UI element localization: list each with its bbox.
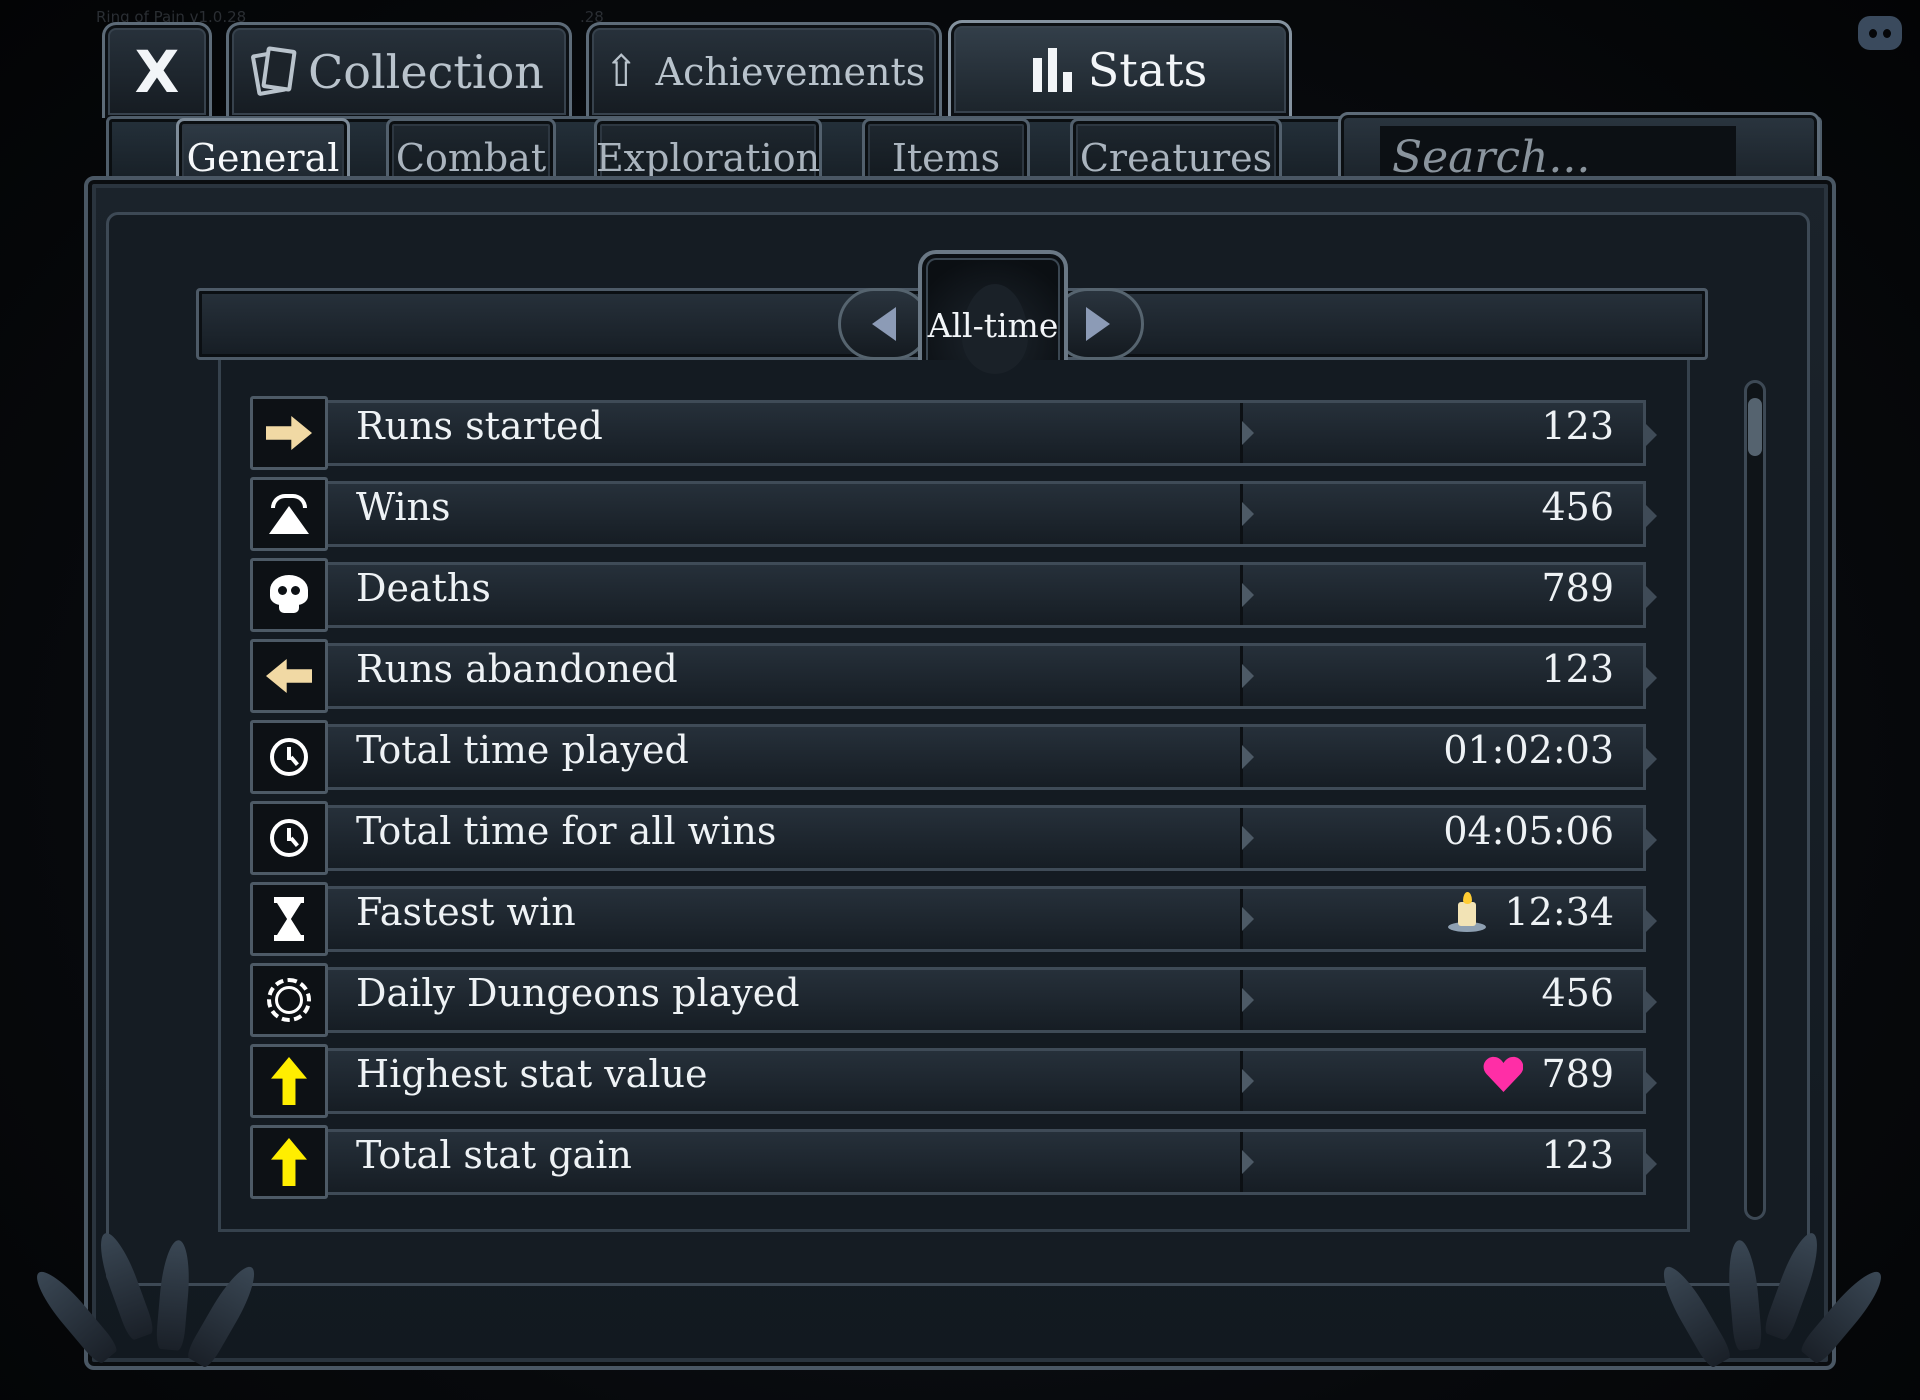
arrow-left-icon — [266, 659, 312, 693]
claw-decoration-right — [1654, 1220, 1891, 1370]
period-label: All-time — [927, 305, 1059, 345]
close-button[interactable]: X — [102, 22, 212, 118]
chevron-right-icon — [1086, 307, 1110, 341]
stat-label: Total stat gain — [356, 1133, 632, 1177]
stat-row-runs-abandoned: Runs abandoned 123 — [250, 639, 1658, 713]
stat-row-total-time-played: Total time played 01:02:03 — [250, 720, 1658, 794]
stat-row-daily-dungeons: Daily Dungeons played 456 — [250, 963, 1658, 1037]
stat-label: Total time played — [356, 728, 689, 772]
subtab-creatures-label: Creatures — [1079, 136, 1273, 180]
period-prev-button[interactable] — [838, 288, 930, 360]
bar-chart-icon — [1032, 47, 1072, 92]
tab-collection[interactable]: Collection — [226, 22, 572, 118]
achievement-icon: ⇧ — [602, 46, 640, 97]
discord-icon[interactable] — [1858, 16, 1902, 50]
stat-label: Fastest win — [356, 890, 576, 934]
stat-row-highest-stat: Highest stat value 789 — [250, 1044, 1658, 1118]
candle-icon — [1448, 892, 1487, 932]
stat-label: Highest stat value — [356, 1052, 708, 1096]
subtab-items-label: Items — [891, 136, 1001, 180]
stat-label: Wins — [356, 485, 451, 529]
heart-icon — [1483, 1056, 1523, 1092]
scrollbar-thumb[interactable] — [1748, 398, 1762, 456]
clock-icon — [270, 738, 308, 776]
tab-collection-label: Collection — [308, 44, 544, 99]
stat-label: Runs started — [356, 404, 603, 448]
tab-stats[interactable]: Stats — [948, 20, 1292, 116]
scrollbar-track[interactable] — [1744, 380, 1766, 1220]
tab-achievements-label: Achievements — [655, 49, 926, 94]
up-arrow-icon — [271, 1057, 307, 1105]
stat-label: Runs abandoned — [356, 647, 678, 691]
stat-value: 456 — [1541, 485, 1614, 529]
claw-decoration-left — [27, 1220, 264, 1370]
stat-value: 123 — [1541, 1133, 1614, 1177]
stat-value: 04:05:06 — [1443, 809, 1614, 853]
hourglass-icon — [274, 897, 304, 941]
thorn-ring-icon — [267, 978, 311, 1022]
skull-icon — [270, 575, 308, 615]
stat-label: Total time for all wins — [356, 809, 777, 853]
chevron-left-icon — [872, 307, 896, 341]
stat-value: 456 — [1541, 971, 1614, 1015]
stat-value: 789 — [1483, 1052, 1614, 1096]
clock-icon — [270, 819, 308, 857]
subtab-combat-label: Combat — [395, 136, 547, 180]
subtab-general-label: General — [186, 136, 340, 180]
stat-row-deaths: Deaths 789 — [250, 558, 1658, 632]
stat-row-fastest-win: Fastest win 12:34 — [250, 882, 1658, 956]
stat-value: 01:02:03 — [1443, 728, 1614, 772]
stat-value: 789 — [1541, 566, 1614, 610]
tab-stats-label: Stats — [1087, 42, 1208, 97]
stat-row-total-time-wins: Total time for all wins 04:05:06 — [250, 801, 1658, 875]
tab-achievements[interactable]: ⇧ Achievements — [586, 22, 942, 118]
arrow-right-icon — [266, 416, 312, 450]
stat-label: Daily Dungeons played — [356, 971, 800, 1015]
stat-value: 12:34 — [1448, 890, 1614, 934]
stat-row-total-stat-gain: Total stat gain 123 — [250, 1125, 1658, 1199]
stat-row-wins: Wins 456 — [250, 477, 1658, 551]
subtab-exploration-label: Exploration — [595, 136, 821, 180]
stat-label: Deaths — [356, 566, 491, 610]
stat-value: 123 — [1541, 404, 1614, 448]
cards-icon — [250, 45, 297, 96]
stat-value: 123 — [1541, 647, 1614, 691]
stat-row-runs-started: Runs started 123 — [250, 396, 1658, 470]
mountain-win-icon — [267, 494, 311, 534]
up-arrow-icon — [271, 1138, 307, 1186]
close-label: X — [134, 37, 180, 106]
